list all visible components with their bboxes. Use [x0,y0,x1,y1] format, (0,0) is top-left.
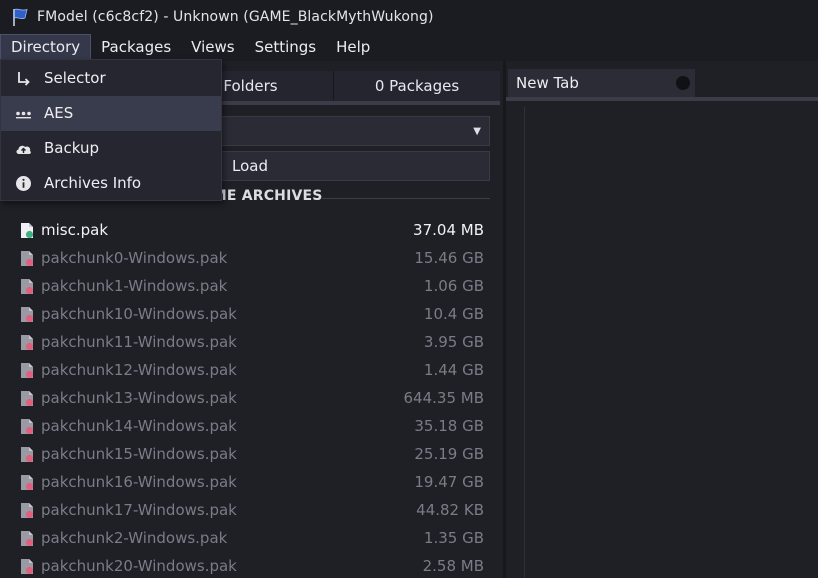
archive-size: 2.58 MB [422,557,484,575]
flag-logo-icon [13,8,28,26]
tab-new-tab[interactable]: New Tab [508,69,695,97]
archive-file-icon [21,307,34,323]
editor-gutter [524,107,525,578]
archive-size: 35.18 GB [414,417,484,435]
menu-bar: Directory Packages Views Settings Help [0,34,818,61]
archive-name: pakchunk2-Windows.pak [41,529,228,547]
archive-row[interactable]: pakchunk0-Windows.pak 15.46 GB [10,244,490,272]
cloud-upload-icon [16,145,31,154]
fmodel-window: FModel (c6c8cf2) - Unknown (GAME_BlackMy… [0,0,818,578]
menu-help[interactable]: Help [326,34,380,61]
archive-file-icon [21,419,34,435]
archive-file-icon [21,279,34,295]
archive-file-icon [21,559,34,575]
archive-file-icon [21,531,34,547]
archive-row[interactable]: pakchunk20-Windows.pak 2.58 MB [10,552,490,578]
menu-settings[interactable]: Settings [245,34,327,61]
archive-name: pakchunk11-Windows.pak [41,333,237,351]
archive-name: pakchunk0-Windows.pak [41,249,228,267]
menu-item-aes[interactable]: AES [1,96,221,131]
menu-item-label: Backup [44,139,99,157]
archive-name: pakchunk20-Windows.pak [41,557,237,575]
archive-size: 44.82 KB [416,501,484,519]
archive-name: pakchunk12-Windows.pak [41,361,237,379]
menu-directory[interactable]: Directory [0,34,92,61]
menu-item-label: Archives Info [44,174,142,192]
tab-close-icon[interactable] [676,76,690,90]
archive-row[interactable]: pakchunk15-Windows.pak 25.19 GB [10,440,490,468]
archive-file-icon [21,447,34,463]
archive-file-icon [21,503,34,519]
menu-packages[interactable]: Packages [91,34,181,61]
archive-name: pakchunk15-Windows.pak [41,445,237,463]
archive-row[interactable]: misc.pak 37.04 MB [10,216,490,244]
editor-panel: New Tab [506,61,818,578]
archive-name: pakchunk16-Windows.pak [41,473,237,491]
archive-size: 15.46 GB [414,249,484,267]
archive-size: 37.04 MB [413,221,484,239]
menu-item-label: AES [44,104,74,122]
archive-row[interactable]: pakchunk13-Windows.pak 644.35 MB [10,384,490,412]
archive-size: 1.35 GB [423,529,484,547]
key-dots-icon [16,111,31,119]
menu-item-selector[interactable]: Selector [1,61,221,96]
archive-file-icon [21,391,34,407]
archive-file-icon [21,223,34,239]
archive-file-icon [21,363,34,379]
archive-row[interactable]: pakchunk14-Windows.pak 35.18 GB [10,412,490,440]
archive-size: 3.95 GB [423,333,484,351]
tab-label: New Tab [516,74,579,92]
window-title: FModel (c6c8cf2) - Unknown (GAME_BlackMy… [37,9,434,25]
archive-size: 10.4 GB [423,305,484,323]
archive-row[interactable]: pakchunk11-Windows.pak 3.95 GB [10,328,490,356]
archive-row[interactable]: pakchunk17-Windows.pak 44.82 KB [10,496,490,524]
directory-menu: Selector AES Backup Archives Info [0,59,222,201]
archive-name: pakchunk14-Windows.pak [41,417,237,435]
archive-size: 644.35 MB [403,389,485,407]
archive-size: 19.47 GB [414,473,484,491]
archive-name: pakchunk1-Windows.pak [41,277,228,295]
menu-item-label: Selector [44,69,106,87]
archive-row[interactable]: pakchunk1-Windows.pak 1.06 GB [10,272,490,300]
archive-list: misc.pak 37.04 MB pakchunk0-Windows.pak 15.… [10,216,490,578]
tab-packages[interactable]: 0 Packages [334,71,500,101]
menu-views[interactable]: Views [181,34,244,61]
archive-file-icon [21,475,34,491]
editor-area[interactable] [506,101,818,578]
archive-row[interactable]: pakchunk2-Windows.pak 1.35 GB [10,524,490,552]
archive-row[interactable]: pakchunk16-Windows.pak 19.47 GB [10,468,490,496]
archive-file-icon [21,335,34,351]
archive-row[interactable]: pakchunk12-Windows.pak 1.44 GB [10,356,490,384]
archive-size: 1.06 GB [423,277,484,295]
archive-name: pakchunk13-Windows.pak [41,389,237,407]
archive-name: pakchunk17-Windows.pak [41,501,237,519]
menu-item-backup[interactable]: Backup [1,131,221,166]
archive-name: pakchunk10-Windows.pak [41,305,237,323]
archive-row[interactable]: pakchunk10-Windows.pak 10.4 GB [10,300,490,328]
info-circle-icon [16,176,31,191]
menu-item-archives-info[interactable]: Archives Info [1,166,221,201]
arrow-return-icon [18,72,30,86]
archive-name: misc.pak [41,221,109,239]
archive-file-icon [21,251,34,267]
section-divider [322,198,490,199]
title-bar: FModel (c6c8cf2) - Unknown (GAME_BlackMy… [0,0,818,34]
archive-size: 1.44 GB [423,361,484,379]
dropdown-arrow-icon: ▼ [473,125,481,137]
archive-size: 25.19 GB [414,445,484,463]
